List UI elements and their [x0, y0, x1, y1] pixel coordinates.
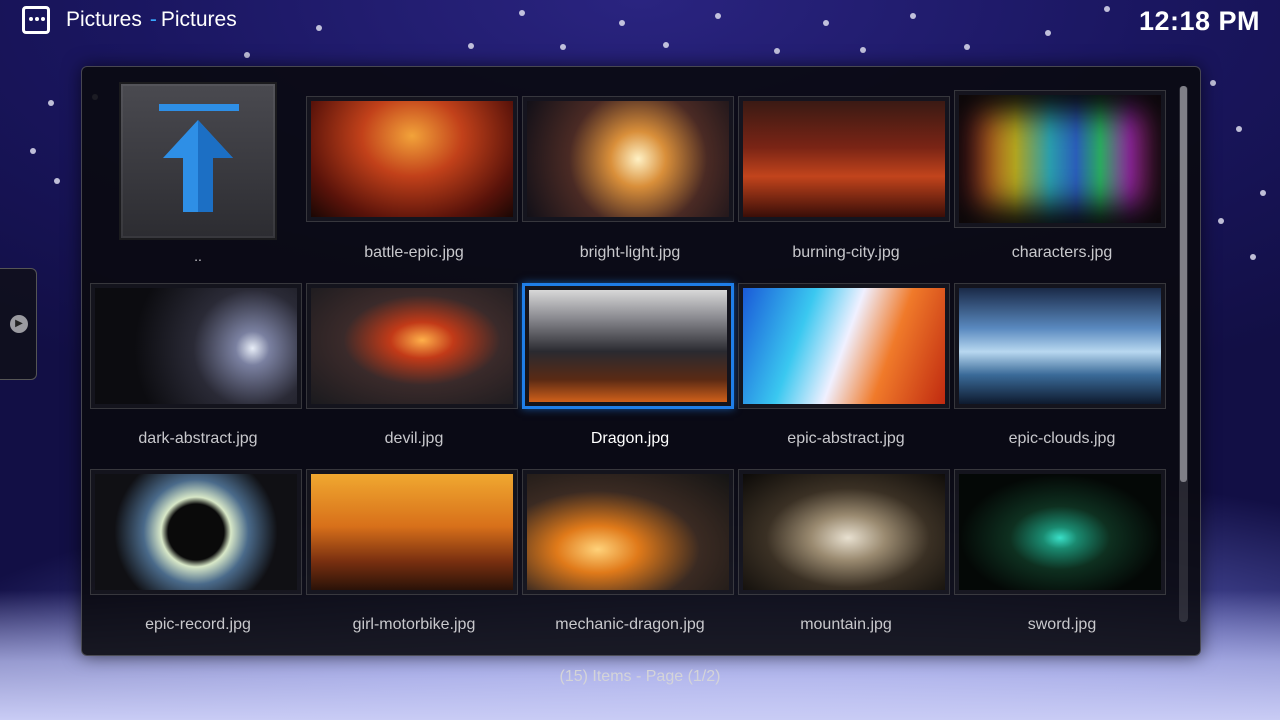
item-label: epic-record.jpg	[145, 616, 251, 633]
item-label: burning-city.jpg	[792, 244, 900, 261]
image-thumbnail	[954, 90, 1166, 228]
item-label: Dragon.jpg	[590, 430, 670, 447]
image-thumbnail	[306, 469, 518, 595]
breadcrumb-section: Pictures	[66, 8, 142, 31]
up-arrow-icon	[159, 104, 239, 212]
image-thumbnail	[954, 283, 1166, 409]
item-label: mountain.jpg	[800, 616, 892, 633]
image-thumbnail	[90, 283, 302, 409]
breadcrumb-folder: Pictures	[160, 8, 237, 31]
scrollbar-thumb[interactable]	[1180, 86, 1187, 482]
chevron-right-icon[interactable]: ▶	[10, 315, 28, 333]
image-thumbnail	[306, 283, 518, 409]
image-thumbnail	[522, 283, 734, 409]
item-label: sword.jpg	[1027, 616, 1097, 633]
item-label: characters.jpg	[1011, 244, 1113, 261]
header-bar: Pictures - Pictures 12:18 PM	[0, 0, 1280, 44]
item-label: girl-motorbike.jpg	[352, 616, 476, 633]
image-thumbnail	[306, 96, 518, 222]
image-thumbnail	[738, 96, 950, 222]
item-label: epic-abstract.jpg	[787, 430, 905, 447]
breadcrumb: Pictures - Pictures	[66, 8, 237, 32]
item-label: dark-abstract.jpg	[138, 430, 258, 447]
side-menu-tab[interactable]: ▶	[0, 268, 37, 380]
item-label: devil.jpg	[384, 430, 444, 447]
image-thumbnail	[522, 96, 734, 222]
pictures-menu-icon[interactable]	[22, 6, 50, 34]
item-label: bright-light.jpg	[579, 244, 681, 261]
breadcrumb-separator: -	[149, 8, 157, 31]
item-label: battle-epic.jpg	[364, 244, 464, 261]
item-label: epic-clouds.jpg	[1008, 430, 1116, 447]
image-thumbnail	[90, 469, 302, 595]
image-thumbnail	[522, 469, 734, 595]
image-thumbnail	[738, 469, 950, 595]
image-thumbnail	[954, 469, 1166, 595]
clock: 12:18 PM	[1138, 6, 1260, 36]
parent-folder-tile[interactable]	[119, 82, 277, 240]
parent-folder-label: ..	[194, 248, 202, 264]
item-label: mechanic-dragon.jpg	[555, 616, 705, 633]
item-count-footer: (15) Items - Page (1/2)	[559, 668, 721, 685]
scrollbar[interactable]	[1179, 86, 1188, 622]
image-thumbnail	[738, 283, 950, 409]
